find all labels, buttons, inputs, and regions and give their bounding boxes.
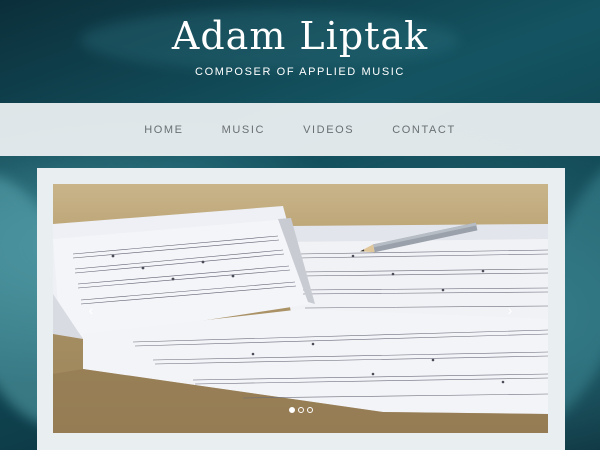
image-slider: ‹ › (37, 168, 565, 450)
chevron-left-icon[interactable]: ‹ (83, 300, 99, 320)
nav-item-music[interactable]: MUSIC (222, 124, 265, 136)
slide-image: ‹ › (53, 184, 548, 433)
nav-item-videos[interactable]: VIDEOS (303, 124, 354, 136)
site-subtitle: COMPOSER OF APPLIED MUSIC (195, 66, 405, 78)
slider-dot-3[interactable] (306, 407, 313, 413)
site-title[interactable]: Adam Liptak (0, 14, 600, 58)
nav-item-contact[interactable]: CONTACT (392, 124, 456, 136)
slider-pagination (53, 407, 548, 417)
slider-dot-1[interactable] (288, 407, 295, 413)
chevron-right-icon[interactable]: › (502, 300, 518, 320)
slider-dot-2[interactable] (297, 407, 304, 413)
site-header: Adam Liptak COMPOSER OF APPLIED MUSIC (0, 0, 600, 103)
nav-item-home[interactable]: HOME (144, 124, 183, 136)
sheet-music-illustration (53, 206, 548, 433)
main-nav: HOME MUSIC VIDEOS CONTACT (0, 103, 600, 156)
